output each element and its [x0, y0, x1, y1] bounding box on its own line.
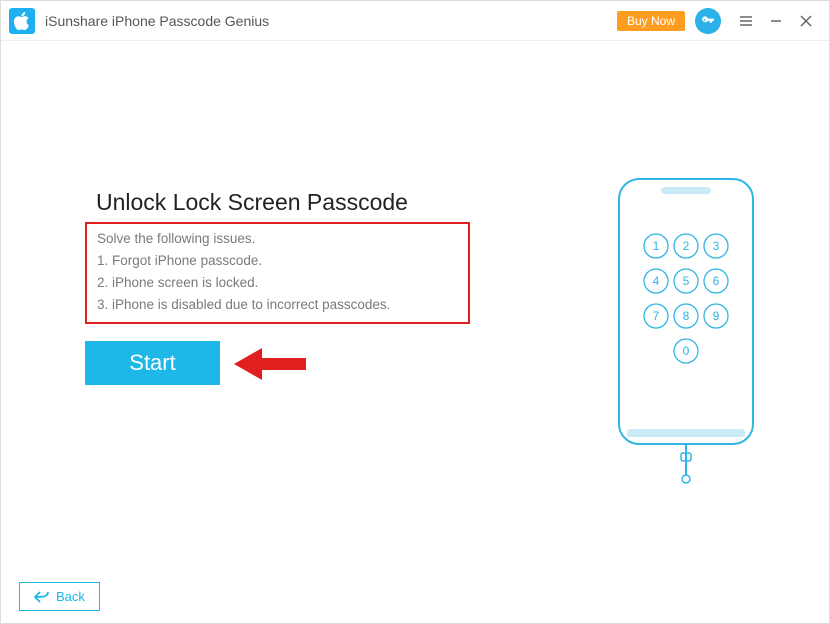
back-button[interactable]: Back — [19, 582, 100, 611]
svg-text:5: 5 — [683, 274, 690, 288]
back-label: Back — [56, 589, 85, 604]
issues-highlight-box: Solve the following issues. 1. Forgot iP… — [85, 222, 470, 324]
start-button[interactable]: Start — [85, 341, 220, 385]
menu-button[interactable] — [731, 6, 761, 36]
issue-item: 3. iPhone is disabled due to incorrect p… — [97, 294, 458, 316]
main-content: Unlock Lock Screen Passcode Solve the fo… — [1, 41, 829, 581]
svg-text:8: 8 — [683, 309, 690, 323]
key-icon-button[interactable] — [695, 8, 721, 34]
svg-text:7: 7 — [653, 309, 660, 323]
close-button[interactable] — [791, 6, 821, 36]
back-arrow-icon — [34, 591, 50, 603]
issue-item: 2. iPhone screen is locked. — [97, 272, 458, 294]
app-title: iSunshare iPhone Passcode Genius — [45, 13, 617, 29]
app-logo — [9, 8, 35, 34]
svg-text:0: 0 — [683, 344, 690, 358]
annotation-arrow-icon — [234, 346, 309, 382]
svg-text:2: 2 — [683, 239, 690, 253]
page-heading: Unlock Lock Screen Passcode — [96, 189, 408, 216]
buy-now-button[interactable]: Buy Now — [617, 11, 685, 31]
phone-illustration: 1 2 3 4 5 6 7 8 9 0 — [611, 176, 761, 486]
titlebar: iSunshare iPhone Passcode Genius Buy Now — [1, 1, 829, 41]
issue-item: 1. Forgot iPhone passcode. — [97, 250, 458, 272]
svg-text:9: 9 — [713, 309, 720, 323]
svg-text:6: 6 — [713, 274, 720, 288]
svg-text:3: 3 — [713, 239, 720, 253]
minimize-button[interactable] — [761, 6, 791, 36]
svg-text:4: 4 — [653, 274, 660, 288]
issues-intro: Solve the following issues. — [97, 228, 458, 250]
svg-text:1: 1 — [653, 239, 660, 253]
